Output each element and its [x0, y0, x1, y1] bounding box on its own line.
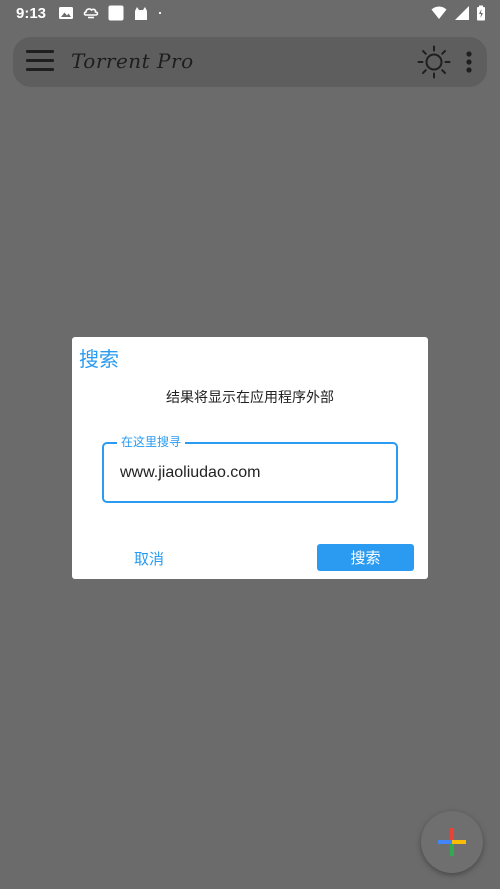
- app-toolbar: Torrent Pro: [13, 37, 487, 87]
- dialog-title: 搜索: [79, 347, 119, 371]
- brightness-icon[interactable]: [417, 45, 451, 79]
- cancel-button[interactable]: 取消: [134, 548, 164, 569]
- search-input-value[interactable]: www.jiaoliudao.com: [120, 464, 261, 482]
- status-icons-right: [430, 5, 486, 21]
- more-vert-icon[interactable]: [465, 50, 473, 74]
- add-icon: [438, 828, 466, 856]
- status-icons-left: [58, 5, 166, 21]
- battery-icon: [477, 5, 485, 21]
- status-bar: 9:13: [0, 0, 500, 28]
- square-icon: [108, 5, 124, 21]
- app-title: Torrent Pro: [71, 49, 194, 73]
- wifi-icon: [431, 6, 447, 19]
- search-input[interactable]: 在这里搜寻 www.jiaoliudao.com: [102, 435, 398, 503]
- cloud-icon: [83, 8, 99, 19]
- status-time: 9:13: [16, 5, 47, 22]
- android-icon: [135, 7, 147, 20]
- add-fab-button[interactable]: [421, 811, 483, 873]
- dialog-message: 结果将显示在应用程序外部: [166, 390, 334, 406]
- signal-icon: [455, 6, 469, 20]
- search-input-label: 在这里搜寻: [117, 435, 186, 449]
- dot-icon: [158, 11, 162, 15]
- search-dialog: 搜索 结果将显示在应用程序外部 在这里搜寻 www.jiaoliudao.com…: [72, 337, 428, 579]
- menu-icon[interactable]: [26, 50, 54, 74]
- search-button[interactable]: 搜索: [317, 544, 414, 571]
- image-icon: [59, 7, 73, 19]
